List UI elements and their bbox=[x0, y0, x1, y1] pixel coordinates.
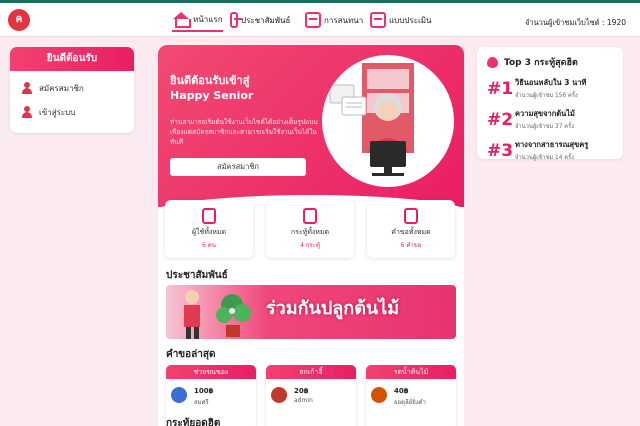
chat-icon bbox=[305, 12, 321, 28]
hero-description: ท่านสามารถเริ่มต้นใช้งานเว็บไซต์ได้อย่าง… bbox=[170, 118, 318, 146]
stat-users-value: 6 คน bbox=[202, 242, 216, 249]
megaphone-icon bbox=[230, 12, 242, 28]
nav-chat-label: การสนทนา bbox=[324, 15, 364, 25]
avatar bbox=[171, 387, 187, 403]
pr-banner-text: ร่วมกันปลูกต้นไม้ bbox=[266, 298, 400, 319]
hero-title-line2: Happy Senior bbox=[170, 89, 254, 102]
top3-title-text: Top 3 กระทู้สุดฮิต bbox=[504, 58, 578, 68]
login-label: เข้าสู่ระบบ bbox=[39, 107, 76, 117]
nav-home-label: หน้าแรก bbox=[193, 14, 223, 24]
nav-pr-label: ประชาสัมพันธ์ bbox=[241, 15, 291, 25]
request-title: ยกเก้าอี้ bbox=[266, 365, 356, 379]
nav-home[interactable]: หน้าแรก bbox=[172, 8, 223, 32]
rank-title: ความสุขจากต้นไม้ bbox=[515, 109, 575, 118]
nav-pr[interactable]: ประชาสัมพันธ์ bbox=[230, 8, 290, 32]
chat-icon bbox=[404, 208, 418, 224]
requests-section-title: คำขอล่าสุด bbox=[166, 349, 216, 360]
pr-banner[interactable]: ร่วมกันปลูกต้นไม้ bbox=[166, 285, 456, 339]
clipboard-icon bbox=[303, 208, 317, 224]
rank-number: #2 bbox=[487, 109, 514, 130]
welcome-card: ยินดีต้อนรับ สมัครสมาชิก เข้าสู่ระบบ bbox=[10, 47, 134, 133]
nav-assessment[interactable]: แบบประเมิน bbox=[370, 8, 431, 32]
top3-item[interactable]: #2 ความสุขจากต้นไม้ จำนวนผู้เข้าชม 37 คร… bbox=[487, 108, 613, 131]
rank-title: วิธีนอนหลับใน 3 นาที bbox=[515, 78, 587, 87]
hero-title: ยินดีต้อนรับเข้าสู่ Happy Senior bbox=[170, 73, 320, 103]
stat-threads-label: กระทู้ทั้งหมด bbox=[290, 228, 330, 236]
register-label: สมัครสมาชิก bbox=[39, 83, 84, 93]
nav-assessment-label: แบบประเมิน bbox=[389, 15, 432, 25]
popular-threads-title: กระทู้ยอดฮิต bbox=[166, 418, 221, 426]
hero-section: ยินดีต้อนรับเข้าสู่ Happy Senior ท่านสาม… bbox=[158, 45, 464, 235]
avatar bbox=[271, 387, 287, 403]
register-link[interactable]: สมัครสมาชิก bbox=[10, 76, 134, 100]
top3-card: Top 3 กระทู้สุดฮิต #1 วิธีนอนหลับใน 3 นา… bbox=[477, 47, 623, 162]
stat-requests[interactable]: คำขอทั้งหมด 6 คำขอ bbox=[367, 200, 455, 258]
top3-title: Top 3 กระทู้สุดฮิต bbox=[487, 55, 613, 69]
visitor-counter: จำนวนผู้เข้าชมเว็บไซต์ : 1920 bbox=[524, 18, 626, 27]
top3-item[interactable]: #3 ทางจากสาธารณสุขครู จำนวนผู้เข้าชม 14 … bbox=[487, 139, 613, 162]
stat-users-label: ผู้ใช้ทั้งหมด bbox=[191, 228, 227, 236]
request-user: admin bbox=[294, 397, 313, 404]
avatar bbox=[371, 387, 387, 403]
user-icon bbox=[22, 82, 32, 94]
site-logo[interactable]: ค bbox=[8, 9, 30, 31]
user-icon bbox=[202, 208, 216, 224]
stat-threads-value: 4 กระทู้ bbox=[300, 242, 320, 249]
tree-planting-illustration bbox=[184, 290, 251, 339]
top3-item[interactable]: #1 วิธีนอนหลับใน 3 นาที จำนวนผู้เข้าชม 1… bbox=[487, 77, 613, 100]
request-title: รดน้ำต้นไม้ bbox=[366, 365, 456, 379]
hero-register-button[interactable]: สมัครสมาชิก bbox=[170, 158, 306, 176]
request-title: ช่วยขนของ bbox=[166, 365, 256, 379]
request-card[interactable]: รดน้ำต้นไม้ 40฿ ยอดุลีย์ยิงดำ bbox=[366, 365, 456, 426]
stat-threads[interactable]: กระทู้ทั้งหมด 4 กระทู้ bbox=[266, 200, 354, 258]
rank-views: จำนวนผู้เข้าชม 156 ครั้ง bbox=[515, 93, 578, 99]
hero-title-line1: ยินดีต้อนรับเข้าสู่ bbox=[170, 74, 250, 87]
clipboard-icon bbox=[370, 12, 386, 28]
fire-icon bbox=[487, 56, 498, 68]
rank-number: #3 bbox=[487, 140, 514, 161]
home-icon bbox=[172, 12, 191, 28]
login-link[interactable]: เข้าสู่ระบบ bbox=[10, 100, 134, 124]
request-amount: 100฿ bbox=[194, 387, 214, 395]
pr-section-title: ประชาสัมพันธ์ bbox=[166, 270, 228, 281]
rank-number: #1 bbox=[487, 78, 514, 99]
navbar: ค หน้าแรก ประชาสัมพันธ์ การสนทนา แบบประเ… bbox=[0, 3, 640, 37]
request-amount: 40฿ bbox=[394, 387, 409, 395]
rank-views: จำนวนผู้เข้าชม 14 ครั้ง bbox=[515, 155, 575, 161]
rank-views: จำนวนผู้เข้าชม 37 ครั้ง bbox=[515, 124, 575, 130]
request-amount: 20฿ bbox=[294, 387, 309, 395]
stat-requests-value: 6 คำขอ bbox=[400, 242, 422, 249]
hero-illustration bbox=[322, 55, 454, 187]
stat-requests-label: คำขอทั้งหมด bbox=[391, 228, 431, 236]
rank-title: ทางจากสาธารณสุขครู bbox=[515, 140, 589, 149]
request-user: สมศรี bbox=[194, 399, 209, 406]
elderly-computer-illustration bbox=[329, 63, 414, 176]
stat-users[interactable]: ผู้ใช้ทั้งหมด 6 คน bbox=[165, 200, 253, 258]
request-card[interactable]: ยกเก้าอี้ 20฿ admin bbox=[266, 365, 356, 426]
main-content: ยินดีต้อนรับเข้าสู่ Happy Senior ท่านสาม… bbox=[158, 45, 464, 426]
nav-chat[interactable]: การสนทนา bbox=[305, 8, 363, 32]
user-icon bbox=[22, 106, 32, 118]
welcome-title: ยินดีต้อนรับ bbox=[10, 47, 134, 71]
request-user: ยอดุลีย์ยิงดำ bbox=[394, 399, 426, 406]
